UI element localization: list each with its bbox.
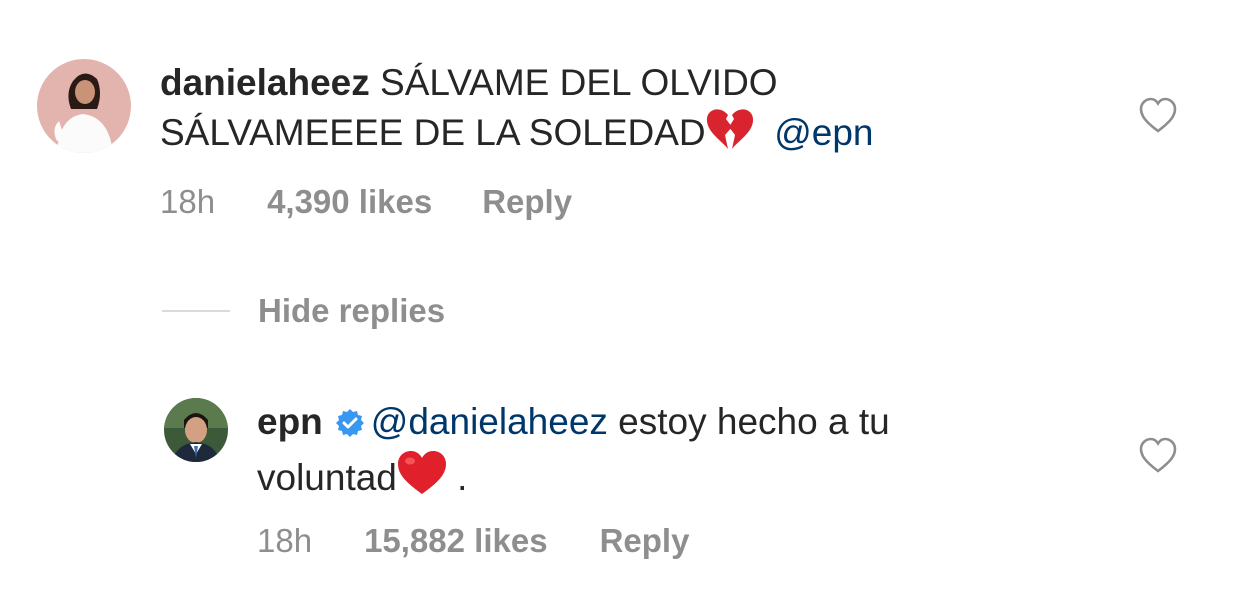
broken-heart-emoji <box>706 107 754 163</box>
reply-likes[interactable]: 15,882 likes <box>364 522 548 560</box>
comment-time: 18h <box>160 183 216 220</box>
mention-link[interactable]: @epn <box>774 112 873 153</box>
comment-meta: 18h 4,390 likes Reply <box>160 183 572 221</box>
hide-replies-label[interactable]: Hide replies <box>258 292 445 330</box>
heart-outline-icon <box>1139 437 1177 473</box>
like-button[interactable] <box>1138 436 1178 476</box>
reply-button[interactable]: Reply <box>600 522 690 560</box>
mention-link[interactable]: @danielaheez <box>371 401 608 442</box>
reply-time: 18h <box>257 522 313 559</box>
comment-text: danielaheez SÁLVAME DEL OLVIDO SÁLVAMEEE… <box>160 58 1120 163</box>
reply-body-part1: estoy hecho a tu <box>607 401 890 442</box>
reply-meta: 18h 15,882 likes Reply <box>257 522 689 560</box>
reply-username[interactable]: epn <box>257 401 323 442</box>
commenter-avatar[interactable] <box>37 59 131 153</box>
heart-outline-icon <box>1139 97 1177 133</box>
reply-button[interactable]: Reply <box>482 183 572 221</box>
comment-body-line2: SÁLVAMEEEE DE LA SOLEDAD <box>160 112 706 153</box>
reply-text: epn @danielaheez estoy hecho a tu volunt… <box>257 397 1117 508</box>
verified-badge-icon <box>335 401 365 450</box>
reply-body-part2: voluntad <box>257 457 397 498</box>
comment-body-line1: SÁLVAME DEL OLVIDO <box>380 62 778 103</box>
comment-likes[interactable]: 4,390 likes <box>267 183 432 221</box>
commenter-username[interactable]: danielaheez <box>160 62 370 103</box>
reply-avatar[interactable] <box>164 398 228 462</box>
red-heart-emoji <box>397 450 447 508</box>
reply-body-end: . <box>446 457 468 498</box>
like-button[interactable] <box>1138 96 1178 136</box>
hide-replies[interactable]: Hide replies <box>162 292 445 330</box>
divider-line <box>162 310 230 312</box>
